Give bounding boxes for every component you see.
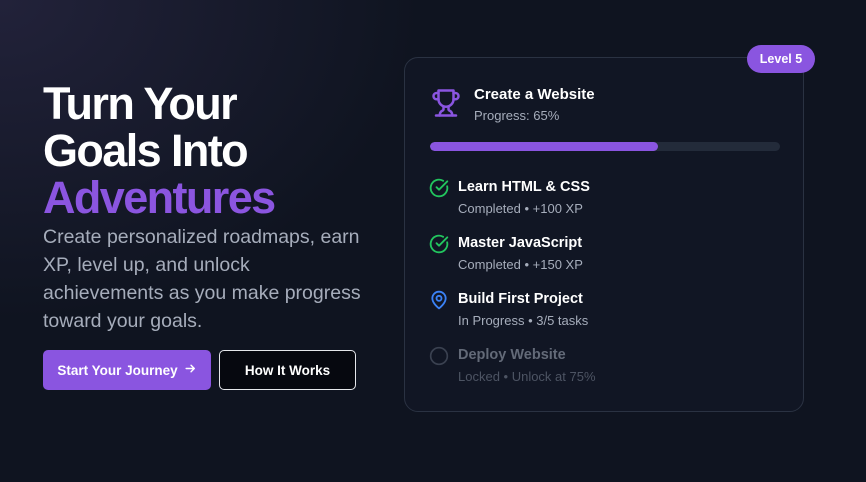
card-title: Create a Website: [474, 86, 595, 103]
progress-bar-fill: [430, 142, 658, 151]
task-item[interactable]: Master JavaScript Completed • +150 XP: [429, 234, 596, 290]
how-it-works-button[interactable]: How It Works: [219, 350, 356, 390]
circle-icon: [429, 346, 449, 366]
start-journey-label: Start Your Journey: [57, 362, 178, 378]
quest-card: Create a Website Progress: 65% Learn HTM…: [404, 57, 804, 412]
headline-accent: Adventures: [43, 172, 276, 223]
task-status: Completed • +150 XP: [458, 257, 583, 272]
progress-bar: [430, 142, 780, 151]
task-status: Locked • Unlock at 75%: [458, 369, 596, 384]
arrow-right-icon: [184, 362, 197, 378]
card-header: Create a Website Progress: 65%: [431, 86, 595, 123]
headline-line-2: Goals Into: [43, 125, 249, 176]
check-circle-icon: [429, 178, 449, 198]
task-title: Master JavaScript: [458, 235, 583, 251]
task-status: In Progress • 3/5 tasks: [458, 313, 589, 328]
map-pin-icon: [429, 290, 449, 310]
progress-label: Progress: 65%: [474, 108, 560, 123]
headline-line-1: Turn Your: [43, 78, 238, 129]
task-list: Learn HTML & CSS Completed • +100 XP Mas…: [429, 178, 596, 402]
check-circle-icon: [429, 234, 449, 254]
task-item: Deploy Website Locked • Unlock at 75%: [429, 346, 596, 402]
task-title: Learn HTML & CSS: [458, 179, 590, 195]
task-title: Deploy Website: [458, 347, 566, 363]
task-title: Build First Project: [458, 291, 583, 307]
hero-section: Turn Your Goals Into Adventures Create p…: [43, 80, 373, 335]
task-status: Completed • +100 XP: [458, 201, 583, 216]
task-item[interactable]: Learn HTML & CSS Completed • +100 XP: [429, 178, 596, 234]
hero-headline: Turn Your Goals Into Adventures: [43, 80, 373, 221]
task-item[interactable]: Build First Project In Progress • 3/5 ta…: [429, 290, 596, 346]
cta-row: Start Your Journey How It Works: [43, 350, 356, 390]
hero-subtitle: Create personalized roadmaps, earn XP, l…: [43, 226, 361, 332]
start-journey-button[interactable]: Start Your Journey: [43, 350, 211, 390]
trophy-icon: [431, 88, 461, 118]
level-badge: Level 5: [747, 45, 815, 73]
